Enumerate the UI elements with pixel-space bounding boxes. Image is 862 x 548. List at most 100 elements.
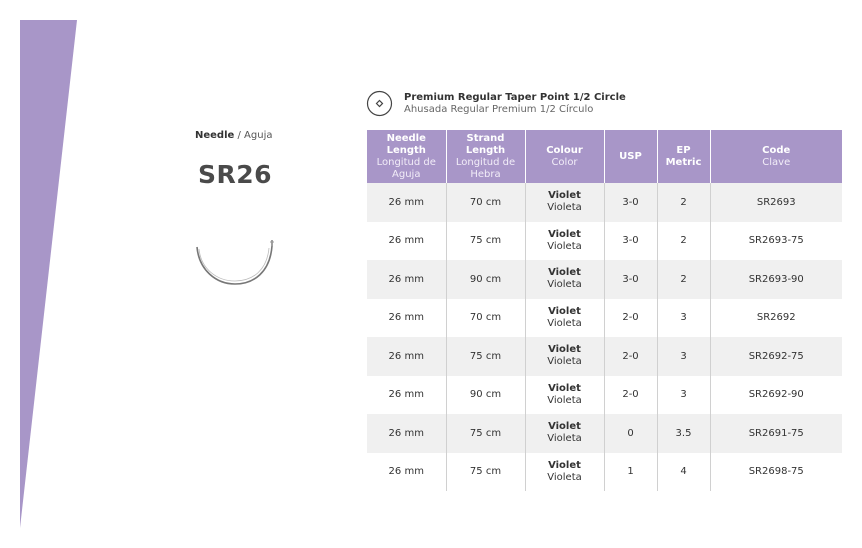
cell-ep: 3 (656, 337, 710, 376)
cell-needle-length: 26 mm (367, 298, 446, 337)
header-strand-length-en: Strand Length (465, 132, 506, 156)
table-row: 26 mm 70 cm Violet Violeta 2-0 3 SR2692 (367, 298, 842, 337)
cell-ep: 3 (656, 298, 710, 337)
header-colour-en: Colour (546, 144, 583, 156)
cell-usp: 2-0 (603, 337, 657, 376)
cell-usp: 3-0 (603, 260, 657, 299)
product-header: Premium Regular Taper Point 1/2 Circle A… (366, 90, 626, 117)
colour-es: Violeta (547, 471, 582, 483)
table-row: 26 mm 75 cm Violet Violeta 3-0 2 SR2693-7… (367, 221, 842, 260)
colour-es: Violeta (547, 240, 582, 252)
cell-ep: 2 (656, 260, 710, 299)
header-needle-length-es: Longitud de Aguja (376, 156, 436, 180)
colour-en: Violet (548, 305, 581, 317)
cell-usp: 3-0 (603, 183, 657, 222)
colour-en: Violet (548, 382, 581, 394)
cell-ep: 2 (656, 221, 710, 260)
cell-needle-length: 26 mm (367, 260, 446, 299)
table-row: 26 mm 75 cm Violet Violeta 2-0 3 SR2692-7… (367, 337, 842, 376)
cell-needle-length: 26 mm (367, 452, 446, 491)
table-row: 26 mm 75 cm Violet Violeta 1 4 SR2698-75 (367, 452, 842, 491)
needle-heading: Needle / Aguja (195, 130, 272, 141)
cell-code: SR2693-75 (709, 221, 842, 260)
cell-strand-length: 90 cm (445, 375, 525, 414)
cell-code: SR2692-75 (709, 337, 842, 376)
colour-es: Violeta (547, 394, 582, 406)
colour-en: Violet (548, 267, 581, 279)
cell-strand-length: 75 cm (445, 452, 525, 491)
decorative-purple-wedge (20, 20, 77, 528)
cell-strand-length: 70 cm (445, 298, 525, 337)
table-row: 26 mm 90 cm Violet Violeta 3-0 2 SR2693-9… (367, 260, 842, 299)
cell-ep: 2 (656, 183, 710, 222)
cell-code: SR2693-90 (709, 260, 842, 299)
cell-code: SR2691-75 (709, 414, 842, 453)
taper-point-icon (366, 90, 393, 117)
cell-usp: 2-0 (603, 298, 657, 337)
cell-needle-length: 26 mm (367, 221, 446, 260)
cell-strand-length: 90 cm (445, 260, 525, 299)
cell-usp: 0 (603, 414, 657, 453)
cell-code: SR2693 (709, 183, 842, 222)
header-colour-es: Color (551, 156, 578, 168)
table-row: 26 mm 90 cm Violet Violeta 2-0 3 SR2692-9… (367, 375, 842, 414)
cell-code: SR2692-90 (709, 375, 842, 414)
cell-colour: Violet Violeta (524, 414, 604, 453)
table-header-row: Needle Length Longitud de Aguja Strand L… (367, 130, 842, 183)
cell-usp: 3-0 (603, 221, 657, 260)
cell-ep: 4 (656, 452, 710, 491)
header-colour: Colour Color (524, 130, 604, 183)
cell-needle-length: 26 mm (367, 183, 446, 222)
product-subtitle: Ahusada Regular Premium 1/2 Círculo (404, 103, 594, 115)
product-title: Premium Regular Taper Point 1/2 Circle (404, 91, 626, 103)
colour-en: Violet (548, 421, 581, 433)
header-needle-length-en: Needle Length (386, 132, 426, 156)
cell-strand-length: 75 cm (445, 337, 525, 376)
colour-es: Violeta (547, 317, 582, 329)
header-strand-length: Strand Length Longitud de Hebra (445, 130, 525, 183)
needle-label-es: Aguja (244, 130, 273, 141)
cell-needle-length: 26 mm (367, 337, 446, 376)
cell-needle-length: 26 mm (367, 414, 446, 453)
colour-es: Violeta (547, 356, 582, 368)
cell-colour: Violet Violeta (524, 452, 604, 491)
colour-es: Violeta (547, 202, 582, 214)
header-strand-length-es: Longitud de Hebra (455, 156, 516, 180)
table-row: 26 mm 75 cm Violet Violeta 0 3.5 SR2691-7… (367, 414, 842, 453)
cell-usp: 2-0 (603, 375, 657, 414)
cell-strand-length: 75 cm (445, 221, 525, 260)
cell-code: SR2698-75 (709, 452, 842, 491)
colour-en: Violet (548, 344, 581, 356)
header-usp-en: USP (619, 150, 642, 162)
header-code: Code Clave (709, 130, 842, 183)
cell-ep: 3.5 (656, 414, 710, 453)
colour-es: Violeta (547, 433, 582, 445)
header-usp: USP (603, 130, 657, 183)
colour-en: Violet (548, 190, 581, 202)
header-ep-metric-en: EP Metric (665, 144, 702, 168)
cell-colour: Violet Violeta (524, 337, 604, 376)
needle-label-separator: / (234, 130, 245, 141)
header-ep-metric: EP Metric (656, 130, 710, 183)
product-spec-table: Needle Length Longitud de Aguja Strand L… (367, 130, 842, 491)
cell-colour: Violet Violeta (524, 183, 604, 222)
colour-en: Violet (548, 459, 581, 471)
header-needle-length: Needle Length Longitud de Aguja (367, 130, 446, 183)
needle-label-en: Needle (195, 130, 235, 141)
cell-colour: Violet Violeta (524, 260, 604, 299)
needle-code: SR26 (198, 160, 273, 189)
cell-colour: Violet Violeta (524, 298, 604, 337)
header-code-en: Code (762, 144, 791, 156)
cell-colour: Violet Violeta (524, 375, 604, 414)
cell-colour: Violet Violeta (524, 221, 604, 260)
cell-needle-length: 26 mm (367, 375, 446, 414)
cell-strand-length: 75 cm (445, 414, 525, 453)
cell-strand-length: 70 cm (445, 183, 525, 222)
header-code-es: Clave (762, 156, 791, 168)
table-row: 26 mm 70 cm Violet Violeta 3-0 2 SR2693 (367, 183, 842, 222)
cell-ep: 3 (656, 375, 710, 414)
cell-code: SR2692 (709, 298, 842, 337)
cell-usp: 1 (603, 452, 657, 491)
colour-en: Violet (548, 228, 581, 240)
half-circle-needle-icon (196, 240, 274, 285)
